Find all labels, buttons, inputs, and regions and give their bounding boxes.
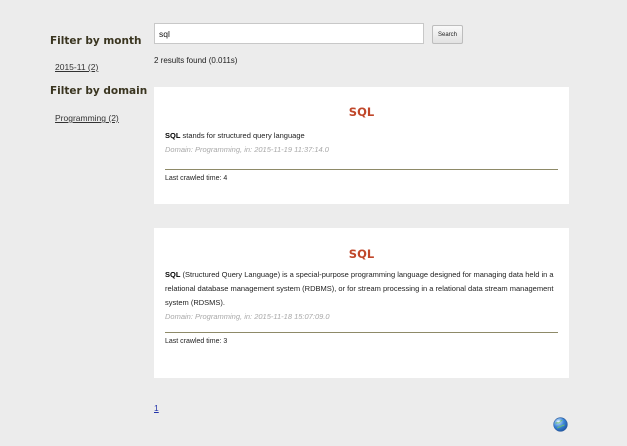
result-description-text: (Structured Query Language) is a special… bbox=[165, 270, 554, 307]
result-crawl-time: Last crawled time: 4 bbox=[165, 175, 228, 182]
result-description: SQL stands for structured query language bbox=[165, 129, 558, 143]
result-title-link[interactable]: SQL bbox=[165, 247, 558, 261]
search-input[interactable] bbox=[154, 23, 424, 44]
result-meta: Domain: Programming, in: 2015-11-18 15:0… bbox=[165, 312, 330, 321]
result-title-link[interactable]: SQL bbox=[165, 105, 558, 119]
result-crawl-time: Last crawled time: 3 bbox=[165, 338, 228, 345]
pagination-page-1-link[interactable]: 1 bbox=[154, 403, 159, 413]
month-filter-2015-11-link[interactable]: 2015-11 (2) bbox=[55, 62, 98, 72]
result-count: 2 results found (0.011s) bbox=[154, 56, 238, 65]
result-card: SQL SQL stands for structured query lang… bbox=[154, 87, 569, 204]
result-description-text: stands for structured query language bbox=[180, 131, 305, 140]
result-card: SQL SQL (Structured Query Language) is a… bbox=[154, 228, 569, 378]
search-button[interactable]: Search bbox=[432, 25, 463, 44]
result-description-term: SQL bbox=[165, 131, 181, 140]
globe-icon[interactable] bbox=[553, 417, 568, 432]
result-description: SQL (Structured Query Language) is a spe… bbox=[165, 268, 558, 310]
domain-filter-programming-link[interactable]: Programming (2) bbox=[55, 113, 119, 123]
filter-by-month-heading: Filter by month bbox=[50, 35, 142, 47]
filter-by-domain-heading: Filter by domain bbox=[50, 85, 148, 97]
result-divider bbox=[165, 169, 558, 170]
result-description-term: SQL bbox=[165, 270, 181, 279]
result-divider bbox=[165, 332, 558, 333]
result-meta: Domain: Programming, in: 2015-11-19 11:3… bbox=[165, 145, 329, 154]
